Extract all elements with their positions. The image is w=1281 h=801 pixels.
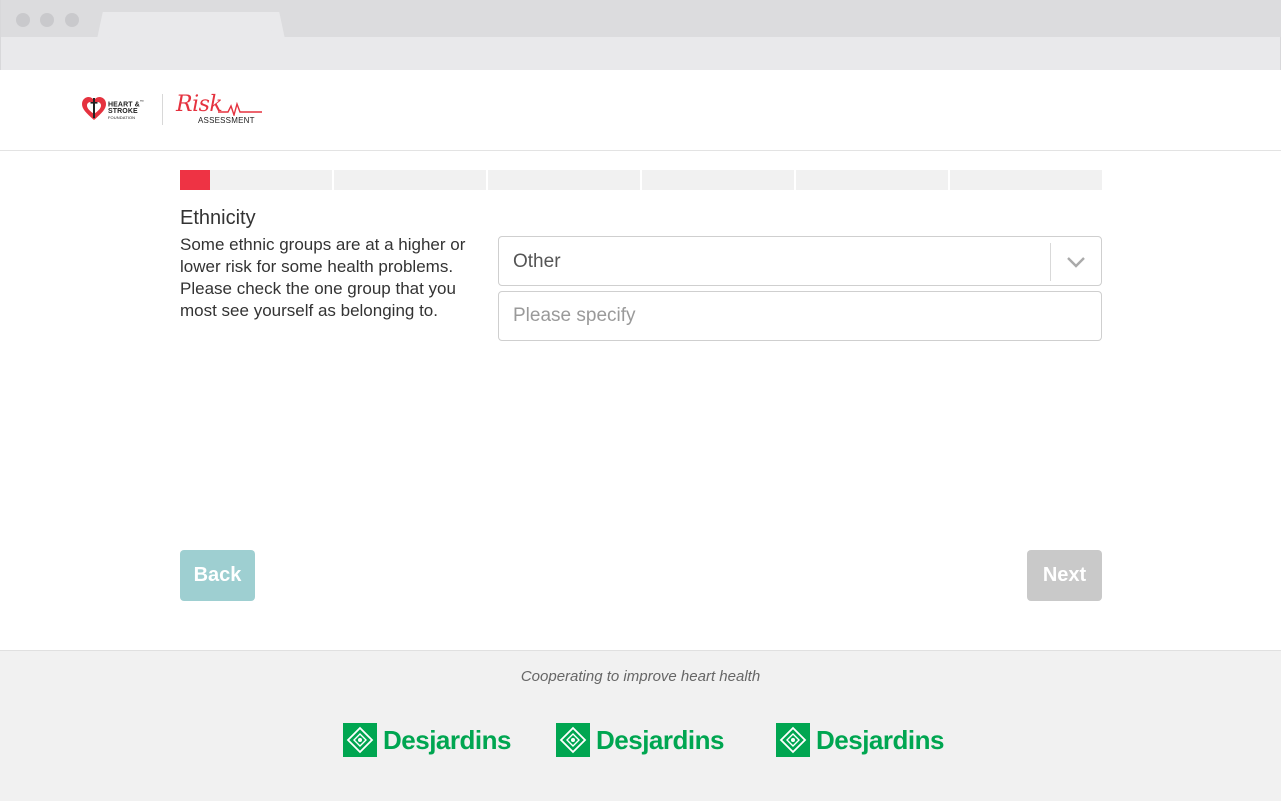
site-footer: Cooperating to improve heart health Desj… (0, 650, 1281, 801)
back-button[interactable]: Back (180, 550, 255, 601)
select-separator (1050, 243, 1051, 281)
logo-divider (162, 94, 163, 125)
heartbeat-line-icon (218, 102, 262, 116)
progress-segment (180, 170, 332, 190)
desjardins-wordmark: Desjardins (816, 725, 944, 755)
progress-segment (334, 170, 486, 190)
next-button[interactable]: Next (1027, 550, 1102, 601)
ethnicity-select[interactable]: Other (498, 236, 1102, 286)
browser-chrome (0, 0, 1281, 70)
progress-segment (950, 170, 1102, 190)
question-title: Ethnicity (180, 207, 256, 229)
risk-assessment-logo[interactable]: Risk ASSESSMENT (176, 92, 266, 128)
desjardins-emblem-icon (556, 723, 590, 757)
heart-icon (82, 97, 106, 120)
progress-fill (180, 170, 211, 190)
hsf-logo-text: HEART &™ STROKE FOUNDATION (108, 99, 144, 121)
site-header: HEART &™ STROKE FOUNDATION Risk ASSESSME… (0, 70, 1281, 151)
chevron-down-icon[interactable] (1065, 251, 1087, 273)
progress-bar (180, 170, 1102, 190)
desjardins-wordmark: Desjardins (383, 725, 511, 755)
heart-and-stroke-logo[interactable]: HEART &™ STROKE FOUNDATION (82, 96, 152, 122)
question-description: Some ethnic groups are at a higher or lo… (180, 235, 466, 320)
window-maximize-dot[interactable] (65, 13, 79, 27)
desjardins-logo[interactable]: Desjardins (556, 723, 724, 757)
footer-tagline: Cooperating to improve heart health (520, 668, 761, 685)
progress-segment (642, 170, 794, 190)
specify-input[interactable] (498, 291, 1102, 341)
risk-logo-subtitle: ASSESSMENT (198, 116, 255, 125)
window-minimize-dot[interactable] (40, 13, 54, 27)
desjardins-emblem-icon (776, 723, 810, 757)
risk-logo-word: Risk (176, 92, 223, 117)
window-close-dot[interactable] (16, 13, 30, 27)
desjardins-wordmark: Desjardins (596, 725, 724, 755)
desjardins-logo[interactable]: Desjardins (343, 723, 511, 757)
ethnicity-select-value: Other (513, 251, 561, 272)
progress-segment (796, 170, 948, 190)
progress-segment (488, 170, 640, 190)
desjardins-emblem-icon (343, 723, 377, 757)
browser-tab[interactable] (106, 12, 276, 38)
desjardins-logo[interactable]: Desjardins (776, 723, 944, 757)
